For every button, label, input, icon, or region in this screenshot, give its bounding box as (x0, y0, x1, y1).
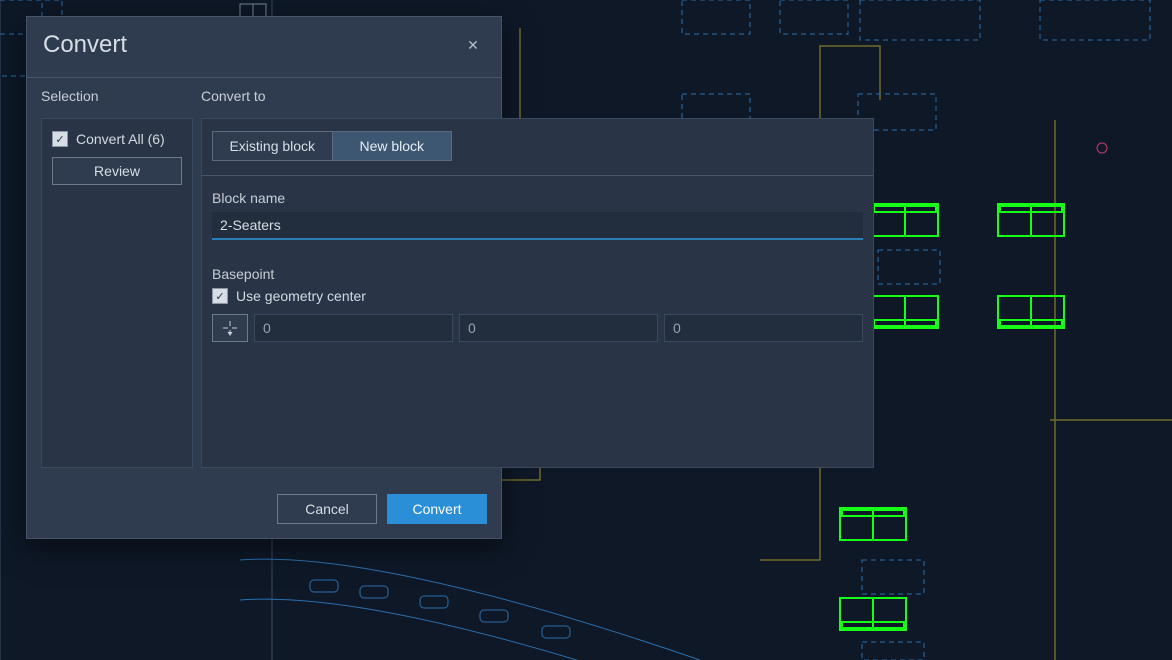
selection-heading: Selection (41, 88, 193, 104)
selected-block-4 (998, 296, 1064, 328)
selected-block-2 (998, 204, 1064, 236)
convert-all-checkbox[interactable]: ✓ (52, 131, 68, 147)
use-center-checkbox[interactable]: ✓ (212, 288, 228, 304)
close-icon: ✕ (467, 37, 479, 54)
selected-block-6 (840, 598, 906, 630)
dialog-title: Convert (43, 31, 127, 59)
selected-block-5 (840, 508, 906, 540)
selected-block-3 (872, 296, 938, 328)
review-button[interactable]: Review (52, 157, 182, 185)
pick-point-button[interactable] (212, 314, 248, 342)
convert-to-box: Existing block New block Block name Base… (201, 118, 874, 468)
selection-box: ✓ Convert All (6) Review (41, 118, 193, 468)
convert-all-row: ✓ Convert All (6) (52, 131, 182, 147)
basepoint-section: Basepoint ✓ Use geometry center (212, 266, 863, 342)
dialog-footer: Cancel Convert (27, 482, 501, 538)
convert-to-tabs: Existing block New block (212, 131, 452, 161)
convert-to-heading: Convert to (201, 88, 874, 104)
convert-to-panel: Convert to Existing block New block Bloc… (201, 88, 874, 468)
tab-new-block[interactable]: New block (332, 132, 452, 160)
use-center-label: Use geometry center (236, 288, 366, 304)
close-button[interactable]: ✕ (461, 33, 485, 57)
dialog-body: Selection ✓ Convert All (6) Review Conve… (27, 78, 501, 482)
block-name-label: Block name (212, 190, 863, 206)
pick-point-icon (222, 320, 238, 336)
convert-dialog: Convert ✕ Selection ✓ Convert All (6) Re… (26, 16, 502, 539)
tab-divider (202, 175, 873, 176)
tab-existing-block[interactable]: Existing block (213, 132, 332, 160)
basepoint-label: Basepoint (212, 266, 863, 282)
basepoint-z-input[interactable] (664, 314, 863, 342)
basepoint-y-input[interactable] (459, 314, 658, 342)
block-name-input[interactable] (212, 212, 863, 240)
use-center-row: ✓ Use geometry center (212, 288, 863, 304)
basepoint-coords (212, 314, 863, 342)
selection-panel: Selection ✓ Convert All (6) Review (41, 88, 193, 468)
convert-all-label: Convert All (6) (76, 131, 165, 147)
selected-block-1 (872, 204, 938, 236)
convert-button[interactable]: Convert (387, 494, 487, 524)
cancel-button[interactable]: Cancel (277, 494, 377, 524)
dialog-header: Convert ✕ (27, 17, 501, 78)
basepoint-x-input[interactable] (254, 314, 453, 342)
